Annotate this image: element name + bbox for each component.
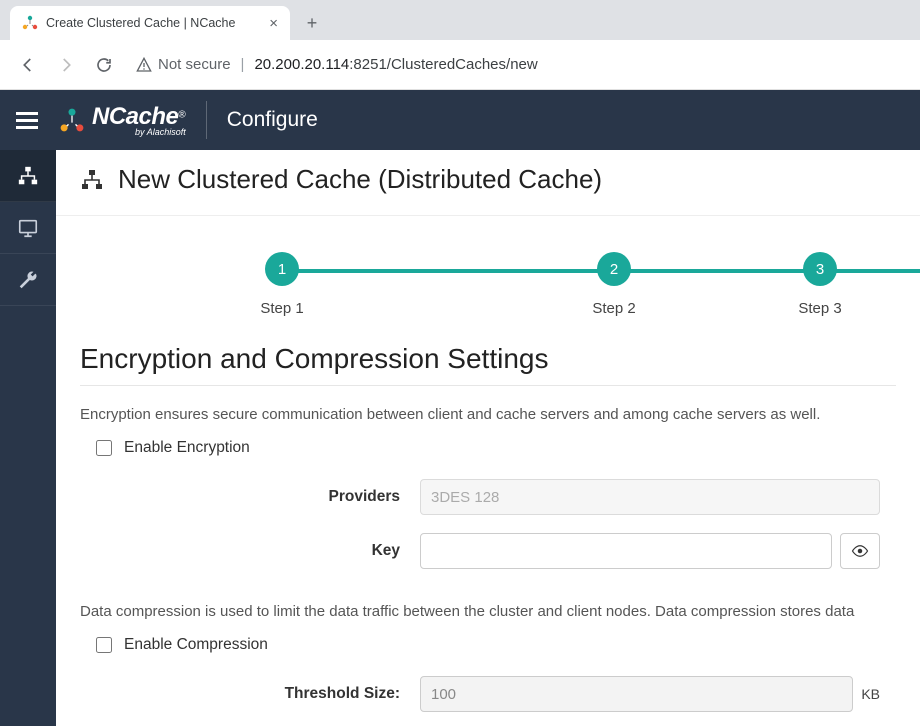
- menu-toggle-button[interactable]: [16, 112, 38, 129]
- main-content: New Clustered Cache (Distributed Cache) …: [56, 150, 920, 726]
- key-input[interactable]: [420, 533, 832, 569]
- threshold-unit: KB: [861, 686, 880, 702]
- browser-tab-strip: Create Clustered Cache | NCache × +: [0, 0, 920, 40]
- cluster-icon: [80, 168, 104, 192]
- step-label: Step 1: [260, 300, 303, 317]
- sidebar-item-tools[interactable]: [0, 254, 56, 306]
- browser-tab[interactable]: Create Clustered Cache | NCache ×: [10, 6, 290, 40]
- divider: [206, 101, 207, 139]
- app-header: NCache® by Alachisoft Configure: [0, 90, 920, 150]
- threshold-label: Threshold Size:: [80, 685, 400, 703]
- eye-icon: [851, 545, 869, 557]
- logo-text: NCache: [92, 103, 178, 130]
- wrench-icon: [17, 269, 39, 291]
- stepper: 1 Step 1 2 Step 2 3 Step 3: [56, 216, 920, 337]
- section-title: Encryption and Compression Settings: [56, 337, 920, 385]
- step-3[interactable]: 3 Step 3: [780, 252, 860, 317]
- logo-icon: [58, 106, 86, 134]
- step-label: Step 2: [592, 300, 635, 317]
- tab-title: Create Clustered Cache | NCache: [46, 16, 261, 30]
- favicon-icon: [22, 15, 38, 31]
- enable-encryption-label: Enable Encryption: [124, 439, 250, 457]
- step-label: Step 3: [798, 300, 841, 317]
- page-title-row: New Clustered Cache (Distributed Cache): [56, 150, 920, 216]
- url-text: 20.200.20.114:8251/ClusteredCaches/new: [254, 56, 537, 73]
- breadcrumb: Configure: [227, 108, 318, 132]
- reload-button[interactable]: [90, 51, 118, 79]
- divider: [80, 385, 896, 386]
- encryption-description: Encryption ensures secure communication …: [56, 404, 920, 439]
- forward-button[interactable]: [52, 51, 80, 79]
- key-label: Key: [80, 542, 400, 560]
- not-secure-label: Not secure: [158, 56, 231, 73]
- enable-encryption-checkbox[interactable]: [96, 440, 112, 456]
- sidebar-item-local-caches[interactable]: [0, 202, 56, 254]
- sidebar: [0, 150, 56, 726]
- step-circle: 1: [265, 252, 299, 286]
- browser-toolbar: Not secure | 20.200.20.114:8251/Clustere…: [0, 40, 920, 90]
- logo[interactable]: NCache® by Alachisoft: [58, 103, 186, 137]
- address-bar[interactable]: Not secure | 20.200.20.114:8251/Clustere…: [128, 56, 906, 73]
- warning-icon: [136, 57, 152, 73]
- enable-compression-label: Enable Compression: [124, 636, 268, 654]
- back-button[interactable]: [14, 51, 42, 79]
- providers-select[interactable]: 3DES 128: [420, 479, 880, 515]
- tab-close-icon[interactable]: ×: [269, 15, 278, 32]
- monitor-icon: [17, 217, 39, 239]
- providers-label: Providers: [80, 488, 400, 506]
- url-separator: |: [241, 56, 245, 73]
- enable-encryption-checkbox-row[interactable]: Enable Encryption: [56, 439, 920, 475]
- enable-compression-checkbox-row[interactable]: Enable Compression: [56, 636, 920, 672]
- threshold-input[interactable]: [420, 676, 853, 712]
- page-title: New Clustered Cache (Distributed Cache): [118, 164, 602, 195]
- step-circle: 3: [803, 252, 837, 286]
- compression-description: Data compression is used to limit the da…: [56, 583, 920, 636]
- reveal-key-button[interactable]: [840, 533, 880, 569]
- step-1[interactable]: 1 Step 1: [116, 252, 448, 317]
- cluster-icon: [17, 165, 39, 187]
- sidebar-item-clustered-caches[interactable]: [0, 150, 56, 202]
- step-2[interactable]: 2 Step 2: [448, 252, 780, 317]
- new-tab-button[interactable]: +: [298, 9, 326, 37]
- step-circle: 2: [597, 252, 631, 286]
- enable-compression-checkbox[interactable]: [96, 637, 112, 653]
- not-secure-indicator[interactable]: Not secure: [136, 56, 231, 73]
